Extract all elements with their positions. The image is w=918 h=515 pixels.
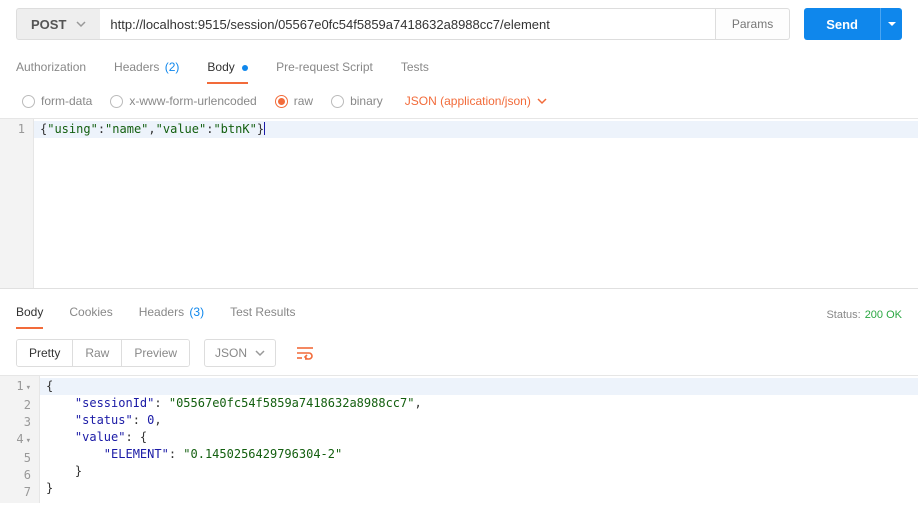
response-tab-tests[interactable]: Test Results [230,301,295,329]
response-status: Status:200 OK [826,309,902,321]
body-type-formdata[interactable]: form-data [22,94,92,108]
url-input[interactable] [100,8,715,40]
response-tab-body[interactable]: Body [16,301,43,329]
code-line: "value": { [46,429,912,446]
tab-authorization[interactable]: Authorization [16,52,86,84]
chevron-down-icon [76,17,86,32]
code-line: "status": 0, [46,412,912,429]
code-line: } [46,480,912,497]
response-headers-count: (3) [189,305,204,319]
method-value: POST [31,17,66,32]
radio-icon [22,95,35,108]
unsaved-dot-icon [242,65,248,71]
code-line: } [46,463,912,480]
body-type-binary[interactable]: binary [331,94,383,108]
wrap-icon [296,346,314,360]
editor-gutter: 1 [0,119,34,288]
tab-headers[interactable]: Headers (2) [114,52,179,84]
headers-count: (2) [165,60,180,74]
body-type-urlencoded[interactable]: x-www-form-urlencoded [110,94,256,108]
code-line: {"using":"name","value":"btnK"} [34,121,918,138]
radio-icon [110,95,123,108]
chevron-down-icon [887,19,897,29]
code-line: "ELEMENT": "0.1450256429796304-2" [46,446,912,463]
code-line: { [40,378,918,395]
chevron-down-icon [255,348,265,358]
method-select[interactable]: POST [16,8,100,40]
response-lang-select[interactable]: JSON [204,339,276,367]
params-button[interactable]: Params [716,8,790,40]
radio-icon [275,95,288,108]
view-raw[interactable]: Raw [73,340,122,366]
tab-tests[interactable]: Tests [401,52,429,84]
view-pretty[interactable]: Pretty [17,340,73,366]
body-content-type-select[interactable]: JSON (application/json) [405,94,547,108]
editor-gutter: 1▾ 2 3 4▾ 5 6 7 [0,376,40,503]
radio-icon [331,95,344,108]
request-body-editor[interactable]: 1 {"using":"name","value":"btnK"} [0,118,918,288]
tab-body[interactable]: Body [207,52,248,84]
chevron-down-icon [537,96,547,106]
code-line: "sessionId": "05567e0fc54f5859a7418632a8… [46,395,912,412]
send-button[interactable]: Send [804,8,880,40]
response-body-viewer[interactable]: 1▾ 2 3 4▾ 5 6 7 { "sessionId": "05567e0f… [0,375,918,503]
response-tab-cookies[interactable]: Cookies [69,301,112,329]
send-dropdown-button[interactable] [880,8,902,40]
tab-prerequest[interactable]: Pre-request Script [276,52,373,84]
wrap-lines-button[interactable] [290,339,320,367]
view-preview[interactable]: Preview [122,340,189,366]
response-tab-headers[interactable]: Headers (3) [139,301,204,329]
body-type-raw[interactable]: raw [275,94,313,108]
text-caret [264,122,265,135]
